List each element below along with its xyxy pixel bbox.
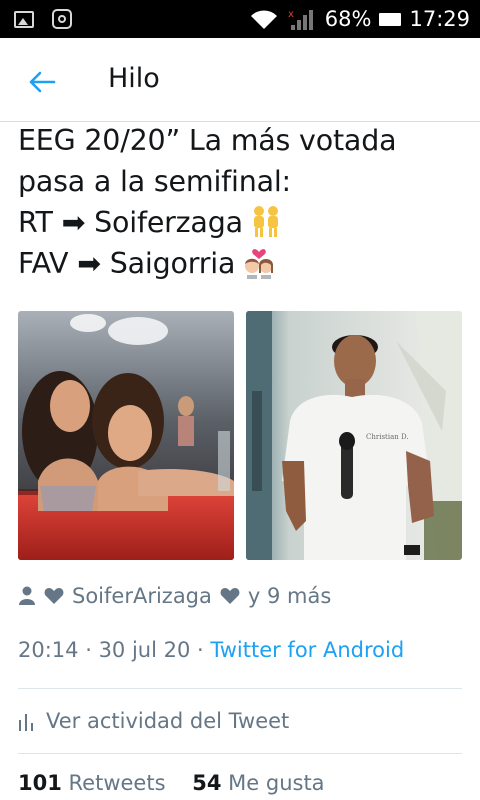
- heart-icon: [44, 588, 64, 604]
- tweet-line-1: EEG 20/20” La más votada: [18, 124, 397, 157]
- clock: 17:29: [409, 7, 470, 31]
- photo-1-image: [18, 311, 234, 560]
- tweet-time: 20:14: [18, 638, 79, 662]
- meta-separator: ·: [190, 638, 211, 662]
- tweet-stats: 101 Retweets 54 Me gusta: [18, 771, 325, 795]
- arrow-left-icon: [29, 71, 56, 93]
- liked-by-row[interactable]: SoiferArizaga y 9 más: [18, 582, 331, 610]
- likes-count: 54: [192, 771, 222, 795]
- notification-icons: [14, 9, 72, 29]
- activity-label: Ver actividad del Tweet: [46, 709, 290, 733]
- signal-icon: x: [288, 9, 313, 30]
- status-bar: x 68% 17:29: [0, 0, 480, 38]
- tweet-source-link[interactable]: Twitter for Android: [210, 638, 404, 662]
- tweet-photo-2[interactable]: Christian D.: [246, 311, 462, 560]
- page-title: Hilo: [108, 63, 160, 94]
- likes-label: Me gusta: [228, 771, 325, 795]
- instagram-icon: [52, 9, 72, 29]
- gallery-icon: [14, 10, 34, 28]
- tweet-line-2: pasa a la semifinal:: [18, 165, 291, 198]
- heart-icon: [220, 588, 240, 604]
- photo-2-image: Christian D.: [246, 311, 462, 560]
- svg-text:Christian D.: Christian D.: [366, 433, 409, 441]
- tweet-line-3-text: RT ➡ Soiferzaga: [18, 206, 243, 239]
- person-icon: [19, 586, 35, 605]
- couple-with-heart-emoji-icon: [245, 249, 274, 279]
- divider: [18, 753, 462, 754]
- svg-text:x: x: [288, 9, 294, 20]
- back-button[interactable]: [22, 62, 62, 102]
- app-header: Hilo: [0, 38, 480, 122]
- system-indicators: x 68% 17:29: [249, 5, 470, 33]
- tweet-line-4: FAV ➡ Saigorria: [18, 243, 468, 284]
- view-tweet-activity-button[interactable]: Ver actividad del Tweet: [18, 706, 289, 736]
- battery-icon: [379, 12, 402, 26]
- tweet-text: EEG 20/20” La más votada pasa a la semif…: [18, 120, 468, 284]
- tweet-line-4-text: FAV ➡ Saigorria: [18, 247, 236, 280]
- tweet-line-3: RT ➡ Soiferzaga: [18, 202, 468, 243]
- divider: [18, 688, 462, 689]
- retweets-stat[interactable]: 101 Retweets: [18, 771, 166, 795]
- likes-stat[interactable]: 54 Me gusta: [192, 771, 324, 795]
- liker-name: SoiferArizaga: [72, 584, 212, 608]
- retweets-label: Retweets: [68, 771, 166, 795]
- twins-emoji-icon: [253, 206, 278, 237]
- bar-chart-icon: [19, 714, 33, 731]
- tweet-date: 30 jul 20: [98, 638, 191, 662]
- battery-percent: 68%: [324, 7, 372, 31]
- tweet-meta: 20:14 · 30 jul 20 · Twitter for Android: [18, 638, 404, 662]
- retweets-count: 101: [18, 771, 62, 795]
- wifi-icon: [250, 10, 277, 29]
- meta-separator: ·: [78, 638, 99, 662]
- likers-more: y 9 más: [247, 584, 332, 608]
- tweet-photo-1[interactable]: [18, 311, 234, 560]
